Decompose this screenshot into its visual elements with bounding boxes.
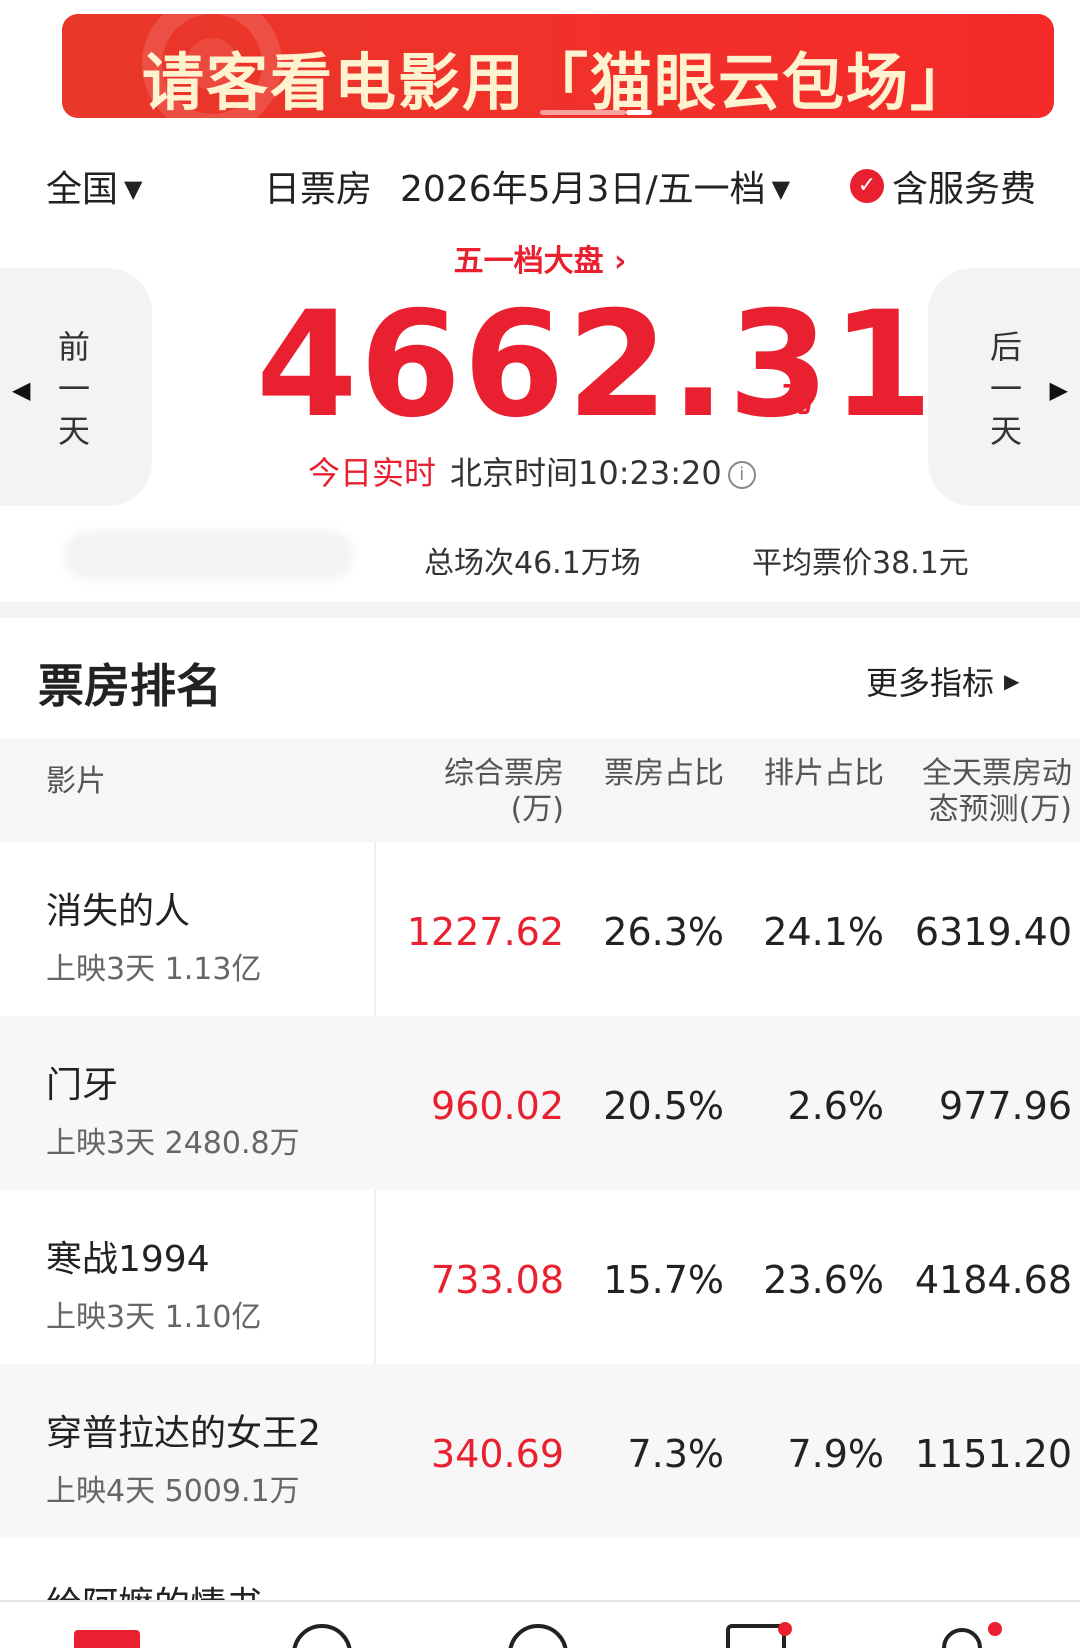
- tab-icon[interactable]: [292, 1624, 352, 1648]
- date-selector[interactable]: 日票房 2026年5月3日/五一档 ▼: [264, 160, 790, 212]
- show-share-value: 24.1%: [763, 910, 884, 954]
- film-name: 寒战1994: [46, 1239, 210, 1280]
- table-row[interactable]: 寒战1994 上映3天 1.10亿 733.08 15.7% 23.6% 418…: [0, 1190, 1080, 1364]
- promo-banner[interactable]: 请客看电影用「猫眼云包场」: [62, 14, 1054, 118]
- prev-day-label: 前 一 天: [57, 328, 90, 450]
- average-price: 平均票价38.1元: [752, 546, 969, 581]
- box-share-value: 20.5%: [603, 1084, 724, 1128]
- total-shows: 总场次46.1万场: [424, 546, 641, 581]
- bottom-tab-bar: [0, 1600, 1080, 1648]
- forecast-value: 4184.68: [914, 1258, 1072, 1302]
- info-icon[interactable]: i: [727, 461, 756, 489]
- service-fee-toggle[interactable]: ✓ 含服务费: [850, 160, 1036, 212]
- more-metrics-label: 更多指标: [866, 664, 995, 702]
- film-release-info: 上映4天 5009.1万: [46, 1474, 300, 1509]
- realtime-info: 今日实时 北京时间10:23:20 i: [308, 448, 756, 494]
- show-share-value: 7.9%: [787, 1432, 884, 1476]
- box-share-value: 15.7%: [603, 1258, 724, 1302]
- triangle-right-icon: ▶: [1004, 669, 1020, 693]
- tab-active-indicator[interactable]: [74, 1630, 140, 1648]
- profile-icon[interactable]: [942, 1628, 982, 1648]
- box-office-type-label: 日票房: [264, 169, 373, 210]
- realtime-label: 今日实时: [308, 454, 437, 492]
- film-release-info: 上映3天 2480.8万: [46, 1126, 300, 1161]
- column-show-share[interactable]: 排片占比: [740, 756, 884, 792]
- banner-pager: [540, 110, 660, 116]
- ranking-title: 票房排名: [38, 659, 222, 713]
- date-label: 2026年5月3日/五一档: [400, 169, 766, 210]
- table-row[interactable]: 门牙 上映3天 2480.8万 960.02 20.5% 2.6% 977.96: [0, 1016, 1080, 1190]
- box-office-value: 733.08: [431, 1258, 564, 1302]
- holiday-market-link[interactable]: 五一档大盘 ›: [0, 236, 1080, 280]
- caret-down-icon: ▼: [771, 175, 791, 203]
- forecast-value: 977.96: [939, 1084, 1072, 1128]
- tab-icon[interactable]: [726, 1624, 786, 1648]
- caret-down-icon: ▼: [124, 175, 143, 203]
- prev-day-button[interactable]: ◀ 前 一 天: [0, 268, 152, 506]
- box-office-value: 1227.62: [406, 910, 564, 954]
- more-metrics-button[interactable]: 更多指标 ▶: [866, 658, 1019, 704]
- region-selector[interactable]: 全国 ▼: [46, 160, 142, 212]
- box-share-value: 7.3%: [627, 1432, 724, 1476]
- box-office-value: 340.69: [431, 1432, 564, 1476]
- column-film: 影片: [46, 764, 106, 799]
- section-divider: [0, 602, 1080, 618]
- notification-dot-icon: [778, 1622, 792, 1636]
- film-name: 门牙: [46, 1065, 119, 1106]
- show-share-value: 2.6%: [787, 1084, 884, 1128]
- total-unit: 万: [782, 380, 816, 420]
- service-fee-label: 含服务费: [892, 169, 1037, 210]
- next-day-button[interactable]: 后 一 天 ▶: [928, 268, 1080, 506]
- triangle-left-icon: ◀: [12, 376, 31, 404]
- forecast-value: 1151.20: [914, 1432, 1072, 1476]
- column-box-share[interactable]: 票房占比: [580, 756, 724, 792]
- show-share-value: 23.6%: [763, 1258, 884, 1302]
- banner-text: 请客看电影用「猫眼云包场」: [141, 46, 974, 118]
- table-header: 影片 综合票房 (万) 票房占比 排片占比 全天票房动 态预测(万): [0, 738, 1080, 842]
- table-row[interactable]: 消失的人 上映3天 1.13亿 1227.62 26.3% 24.1% 6319…: [0, 842, 1080, 1016]
- notification-dot-icon: [988, 1622, 1002, 1636]
- check-circle-icon: ✓: [850, 169, 884, 203]
- column-forecast[interactable]: 全天票房动 态预测(万): [896, 756, 1072, 828]
- region-label: 全国: [46, 169, 119, 210]
- film-name: 穿普拉达的女王2: [46, 1413, 321, 1454]
- forecast-value: 6319.40: [914, 910, 1072, 954]
- total-box-office: 4662.31: [256, 280, 935, 450]
- film-name: 消失的人: [46, 891, 191, 932]
- blurred-area: [64, 530, 354, 580]
- column-box-office[interactable]: 综合票房 (万): [400, 756, 564, 828]
- triangle-right-icon: ▶: [1049, 376, 1068, 404]
- film-release-info: 上映3天 1.10亿: [46, 1300, 262, 1335]
- next-day-label: 后 一 天: [989, 328, 1022, 450]
- ranking-table: 影片 综合票房 (万) 票房占比 排片占比 全天票房动 态预测(万) 消失的人 …: [0, 738, 1080, 1538]
- tab-icon[interactable]: [508, 1624, 568, 1648]
- box-office-value: 960.02: [431, 1084, 564, 1128]
- table-row[interactable]: 穿普拉达的女王2 上映4天 5009.1万 340.69 7.3% 7.9% 1…: [0, 1364, 1080, 1538]
- box-share-value: 26.3%: [603, 910, 724, 954]
- film-release-info: 上映3天 1.13亿: [46, 952, 262, 987]
- beijing-time: 北京时间10:23:20: [450, 454, 722, 492]
